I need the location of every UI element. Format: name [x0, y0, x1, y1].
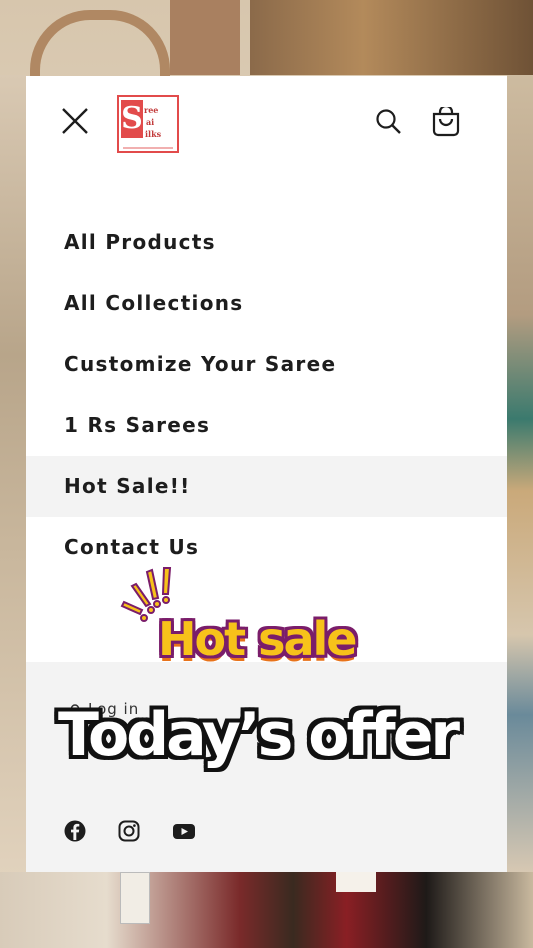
- nav-item-customize-your-saree[interactable]: Customize Your Saree: [26, 334, 507, 395]
- close-icon[interactable]: [60, 106, 90, 136]
- hot-sale-sticker: Hot sale: [158, 612, 357, 666]
- nav-item-contact-us[interactable]: Contact Us: [26, 517, 507, 578]
- todays-offer-caption: Today’s offer: [58, 700, 460, 770]
- facebook-icon[interactable]: [64, 820, 86, 842]
- youtube-icon[interactable]: [172, 820, 195, 842]
- instagram-icon[interactable]: [118, 820, 140, 842]
- brand-logo[interactable]: S ree ai ilks: [117, 95, 179, 153]
- nav-item-hot-sale[interactable]: Hot Sale!!: [26, 456, 507, 517]
- nav-item-1-rs-sarees[interactable]: 1 Rs Sarees: [26, 395, 507, 456]
- drawer-header: S ree ai ilks: [26, 76, 507, 196]
- nav-item-all-products[interactable]: All Products: [26, 212, 507, 273]
- nav-item-all-collections[interactable]: All Collections: [26, 273, 507, 334]
- main-nav: All Products All Collections Customize Y…: [26, 212, 507, 578]
- search-icon[interactable]: [375, 108, 403, 136]
- cart-icon[interactable]: [431, 104, 461, 137]
